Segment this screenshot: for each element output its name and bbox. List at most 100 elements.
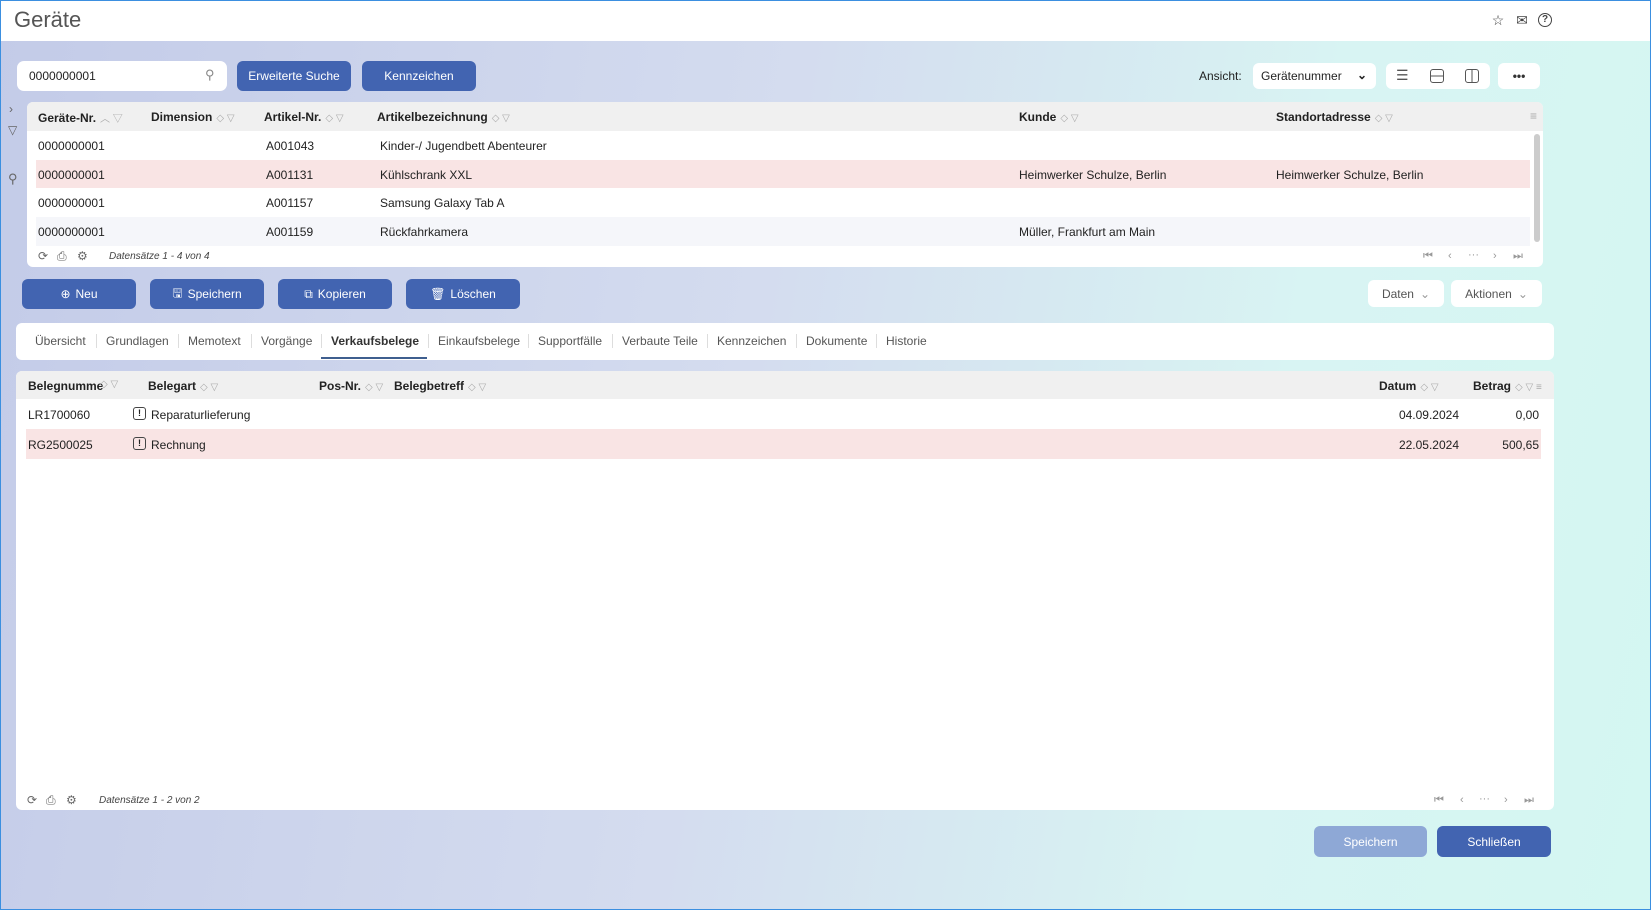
scrollbar[interactable] — [1534, 134, 1540, 242]
search-input[interactable]: 0000000001 ⚲ — [17, 61, 227, 91]
tab-9[interactable]: Dokumente — [806, 334, 867, 348]
col-pos-nr[interactable]: Pos-Nr. ◇ ▽ — [319, 379, 383, 393]
column-menu-icon[interactable]: ≡ — [1530, 109, 1537, 123]
list-view-icon[interactable]: ☰ — [1396, 67, 1409, 84]
sales-documents-grid: Belegnumme ◇ ▽ Belegart ◇ ▽ Pos-Nr. ◇ ▽ Be… — [16, 371, 1554, 810]
tab-8[interactable]: Kennzeichen — [717, 334, 786, 348]
next-page-icon[interactable]: › — [1504, 794, 1508, 806]
col-belegbetreff[interactable]: Belegbetreff ◇ ▽ — [394, 379, 486, 393]
tab-4[interactable]: Verkaufsbelege — [331, 334, 419, 348]
sort-filter-icon[interactable]: ◇ ▽ — [100, 379, 118, 390]
tab-separator — [251, 334, 252, 348]
prev-page-icon[interactable]: ‹ — [1448, 250, 1452, 262]
last-page-icon[interactable]: ⏭ — [1513, 250, 1523, 263]
tab-7[interactable]: Verbaute Teile — [622, 334, 698, 348]
chevron-down-icon: ⌄ — [1419, 286, 1431, 301]
actions-menu-button[interactable]: Aktionen ⌄ — [1451, 280, 1542, 307]
settings-icon[interactable]: ⚙ — [66, 793, 77, 807]
last-page-icon[interactable]: ⏭ — [1524, 794, 1534, 807]
search-sidebar-icon[interactable]: ⚲ — [8, 171, 18, 187]
table-row[interactable]: 0000000001 A001157 Samsung Galaxy Tab A — [36, 188, 1530, 217]
prev-page-icon[interactable]: ‹ — [1460, 794, 1464, 806]
split-horizontal-icon[interactable] — [1430, 69, 1444, 83]
kennzeichen-button[interactable]: Kennzeichen — [362, 61, 476, 91]
datum-cell: 04.09.2024 — [1398, 408, 1459, 422]
col-dimension[interactable]: Dimension ◇ ▽ — [151, 110, 235, 124]
more-options-button[interactable]: ••• — [1498, 63, 1540, 89]
tab-6[interactable]: Supportfälle — [538, 334, 602, 348]
tab-10[interactable]: Historie — [886, 334, 927, 348]
page-title: Geräte — [14, 7, 82, 32]
table-cell: Heimwerker Schulze, Berlin — [1019, 167, 1167, 182]
settings-icon[interactable]: ⚙ — [77, 249, 88, 263]
first-page-icon[interactable]: ⏮ — [1434, 794, 1444, 807]
refresh-icon[interactable]: ⟳ — [27, 793, 37, 807]
table-cell: Heimwerker Schulze, Berlin — [1276, 167, 1424, 182]
tab-separator — [96, 334, 97, 348]
first-page-icon[interactable]: ⏮ — [1423, 250, 1433, 263]
copy-button[interactable]: ⧉ Kopieren — [278, 279, 392, 309]
alert-icon: ! — [133, 407, 146, 420]
belegnummer-cell: LR1700060 — [28, 408, 91, 422]
tab-2[interactable]: Memotext — [188, 334, 241, 348]
page-ellipsis[interactable]: ··· — [1468, 249, 1479, 261]
view-select[interactable]: Gerätenummer ⌄ — [1253, 63, 1376, 89]
col-datum[interactable]: Datum ◇ ▽ — [1379, 379, 1439, 393]
footer-save-button[interactable]: Speichern — [1314, 826, 1427, 857]
page-ellipsis[interactable]: ··· — [1479, 793, 1490, 805]
new-button[interactable]: ⊕ Neu — [22, 279, 136, 309]
col-geraete-nr[interactable]: Geräte-Nr. ︿ ▽ — [38, 110, 123, 125]
next-page-icon[interactable]: › — [1493, 250, 1497, 262]
tab-1[interactable]: Grundlagen — [106, 334, 169, 348]
delete-button[interactable]: 🗑 Löschen — [406, 279, 520, 309]
col-artikelbezeichnung[interactable]: Artikelbezeichnung ◇ ▽ — [377, 110, 510, 124]
print-icon[interactable]: ⎙ — [46, 793, 56, 808]
chevron-down-icon: ⌄ — [1517, 286, 1528, 301]
table-cell: Müller, Frankfurt am Main — [1019, 224, 1156, 239]
tab-3[interactable]: Vorgänge — [261, 334, 312, 348]
star-icon[interactable]: ☆ — [1490, 12, 1506, 28]
print-icon[interactable]: ⎙ — [57, 249, 67, 264]
filter-icon[interactable]: ▽ — [8, 123, 17, 137]
table-row[interactable]: RG2500025! Rechnung 22.05.2024 500,65 — [26, 429, 1541, 459]
col-kunde[interactable]: Kunde ◇ ▽ — [1019, 110, 1079, 124]
extended-search-button[interactable]: Erweiterte Suche — [237, 61, 351, 91]
help-icon[interactable]: ? — [1538, 13, 1552, 27]
table-row[interactable]: 0000000001 A001131 Kühlschrank XXL Heimwerk… — [36, 159, 1530, 189]
expand-sidebar-icon[interactable]: › — [9, 102, 13, 116]
betrag-cell: 0,00 — [1515, 408, 1539, 422]
active-tab-indicator — [321, 357, 427, 359]
col-betrag[interactable]: Betrag ◇ ▽ ≡ — [1473, 379, 1542, 393]
tab-0[interactable]: Übersicht — [35, 334, 86, 348]
alert-icon: ! — [133, 437, 146, 450]
betrag-cell: 500,65 — [1502, 438, 1539, 452]
save-button[interactable]: 🖫 Speichern — [150, 279, 264, 309]
col-standortadresse[interactable]: Standortadresse ◇ ▽ — [1276, 110, 1393, 124]
table-row[interactable]: LR1700060! Reparaturlieferung 04.09.2024 0,… — [26, 399, 1541, 429]
col-belegart[interactable]: Belegart ◇ ▽ — [148, 379, 218, 393]
col-artikel-nr[interactable]: Artikel-Nr. ◇ ▽ — [264, 110, 344, 124]
record-count: Datensätze 1 - 4 von 4 — [109, 251, 210, 262]
devices-grid: Geräte-Nr. ︿ ▽ Dimension ◇ ▽ Artikel-Nr. ◇ … — [27, 102, 1543, 267]
table-cell: Kinder-/ Jugendbett Abenteurer — [380, 139, 547, 153]
close-button[interactable]: Schließen — [1437, 826, 1551, 857]
table-cell: 0000000001 — [38, 167, 105, 182]
data-menu-button[interactable]: Daten ⌄ — [1368, 280, 1444, 307]
view-label: Ansicht: — [1199, 69, 1242, 83]
tab-separator — [428, 334, 429, 348]
table-row[interactable]: 0000000001 A001043 Kinder-/ Jugendbett Abe… — [36, 131, 1530, 160]
refresh-icon[interactable]: ⟳ — [38, 249, 48, 263]
search-icon[interactable]: ⚲ — [205, 67, 215, 83]
table-cell: Kühlschrank XXL — [380, 167, 473, 182]
tab-5[interactable]: Einkaufsbelege — [438, 334, 520, 348]
trash-icon: 🗑 — [430, 287, 446, 301]
table-cell: 0000000001 — [38, 196, 105, 210]
table-row[interactable]: 0000000001 A001159 Rückfahrkamera Müller, F… — [36, 216, 1530, 246]
belegnummer-cell: RG2500025 — [28, 438, 93, 452]
table-cell: Rückfahrkamera — [380, 224, 469, 239]
tab-separator — [796, 334, 797, 348]
tab-separator — [612, 334, 613, 348]
mail-icon[interactable]: ✉ — [1514, 12, 1530, 28]
layout-toggle-group: ☰ — [1386, 63, 1490, 89]
split-vertical-icon[interactable] — [1465, 69, 1479, 83]
